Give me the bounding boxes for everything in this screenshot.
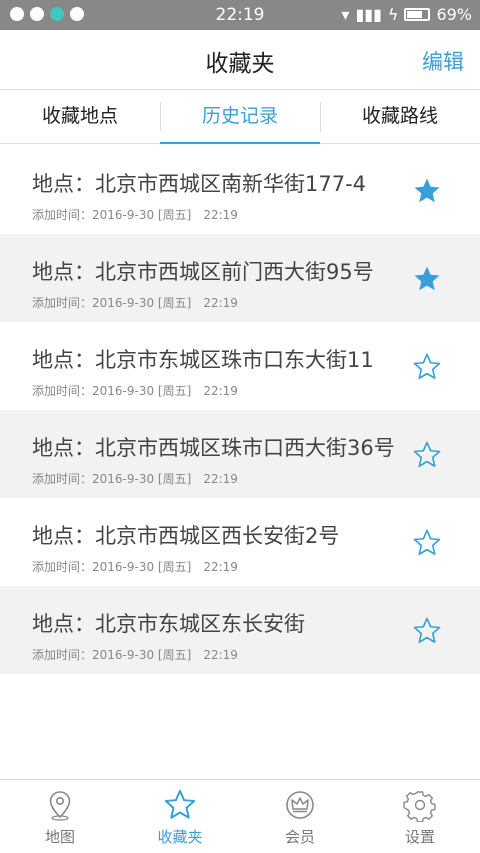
list-item[interactable]: 地点：北京市西城区西长安街2号 添加时间：2016-9-30 [周五] 22:19: [0, 498, 480, 586]
added-time: 添加时间：2016-9-30 [周五] 22:19: [32, 294, 238, 311]
address-text: 地点：北京市西城区前门西大街95号: [32, 260, 374, 284]
wifi-icon: ▾: [341, 5, 350, 24]
address-text: 地点：北京市西城区西长安街2号: [32, 524, 340, 548]
added-time-value: 22:19: [203, 296, 238, 310]
page-title: 收藏夹: [205, 51, 275, 77]
added-time: 添加时间：2016-9-30 [周五] 22:19: [32, 646, 238, 663]
list-item[interactable]: 地点：北京市东城区珠市口东大街11 添加时间：2016-9-30 [周五] 22:…: [0, 322, 480, 410]
star-filled-icon[interactable]: [412, 264, 442, 294]
nav-settings-label: 设置: [404, 828, 435, 846]
nav-map[interactable]: 地图: [0, 780, 120, 853]
added-time-value: 22:19: [203, 560, 238, 574]
address-text: 地点：北京市东城区珠市口东大街11: [32, 348, 374, 372]
tab-bar: 收藏地点 历史记录 收藏路线: [0, 90, 480, 144]
nav-favorites-label: 收藏夹: [157, 828, 203, 846]
added-time-value: 22:19: [203, 648, 238, 662]
added-date: 2016-9-30 [周五]: [92, 648, 192, 662]
edit-button[interactable]: 编辑: [422, 46, 464, 76]
added-date: 2016-9-30 [周五]: [92, 296, 192, 310]
bottom-nav: 地图 收藏夹 会员 设置: [0, 779, 480, 853]
gear-icon: [403, 791, 436, 822]
added-time: 添加时间：2016-9-30 [周五] 22:19: [32, 382, 238, 399]
nav-map-label: 地图: [44, 828, 75, 846]
nav-settings[interactable]: 设置: [360, 780, 480, 853]
star-icon: [164, 789, 196, 819]
list-item[interactable]: 地点：北京市西城区南新华街177-4 添加时间：2016-9-30 [周五] 22…: [0, 146, 480, 234]
battery-level: 69%: [436, 5, 472, 24]
added-date: 2016-9-30 [周五]: [92, 560, 192, 574]
added-time-value: 22:19: [203, 208, 238, 222]
star-outline-icon[interactable]: [412, 616, 442, 646]
added-time-label: 添加时间：: [32, 648, 93, 662]
status-bar: 22:19 ▾ ▮▮▮ ϟ 69%: [0, 0, 480, 30]
nav-member-label: 会员: [284, 828, 315, 846]
tab-favorite-places[interactable]: 收藏地点: [0, 90, 160, 143]
added-time-value: 22:19: [203, 472, 238, 486]
address-text: 地点：北京市西城区南新华街177-4: [32, 172, 367, 196]
added-date: 2016-9-30 [周五]: [92, 384, 192, 398]
map-pin-icon: [49, 791, 71, 821]
nav-favorites[interactable]: 收藏夹: [120, 780, 240, 853]
crown-icon: [286, 791, 314, 819]
added-time-label: 添加时间：: [32, 208, 93, 222]
app-header: 收藏夹 编辑: [0, 30, 480, 90]
tab-history[interactable]: 历史记录: [160, 90, 320, 144]
star-outline-icon[interactable]: [412, 440, 442, 470]
added-time: 添加时间：2016-9-30 [周五] 22:19: [32, 558, 238, 575]
added-time: 添加时间：2016-9-30 [周五] 22:19: [32, 206, 238, 223]
nav-member[interactable]: 会员: [240, 780, 360, 853]
list-item[interactable]: 地点：北京市东城区东长安街 添加时间：2016-9-30 [周五] 22:19: [0, 586, 480, 674]
added-time-label: 添加时间：: [32, 560, 93, 574]
address-text: 地点：北京市东城区东长安街: [32, 612, 305, 636]
added-date: 2016-9-30 [周五]: [92, 472, 192, 486]
list-item[interactable]: 地点：北京市西城区珠市口西大街36号 添加时间：2016-9-30 [周五] 22…: [0, 410, 480, 498]
battery-icon: [404, 8, 431, 21]
list-item[interactable]: 地点：北京市西城区前门西大街95号 添加时间：2016-9-30 [周五] 22:…: [0, 234, 480, 322]
history-list: 地点：北京市西城区南新华街177-4 添加时间：2016-9-30 [周五] 22…: [0, 146, 480, 674]
tab-favorite-routes[interactable]: 收藏路线: [320, 90, 480, 143]
added-time-label: 添加时间：: [32, 296, 93, 310]
tab-divider: [320, 102, 321, 132]
added-time-value: 22:19: [203, 384, 238, 398]
charging-icon: ϟ: [387, 5, 399, 24]
star-filled-icon[interactable]: [412, 176, 442, 206]
star-outline-icon[interactable]: [412, 352, 442, 382]
signal-icon: ▮▮▮: [355, 5, 382, 24]
address-text: 地点：北京市西城区珠市口西大街36号: [32, 436, 395, 460]
added-date: 2016-9-30 [周五]: [92, 208, 192, 222]
star-outline-icon[interactable]: [412, 528, 442, 558]
system-indicators: ▾ ▮▮▮ ϟ 69%: [341, 5, 472, 24]
added-time: 添加时间：2016-9-30 [周五] 22:19: [32, 470, 238, 487]
added-time-label: 添加时间：: [32, 384, 93, 398]
added-time-label: 添加时间：: [32, 472, 93, 486]
